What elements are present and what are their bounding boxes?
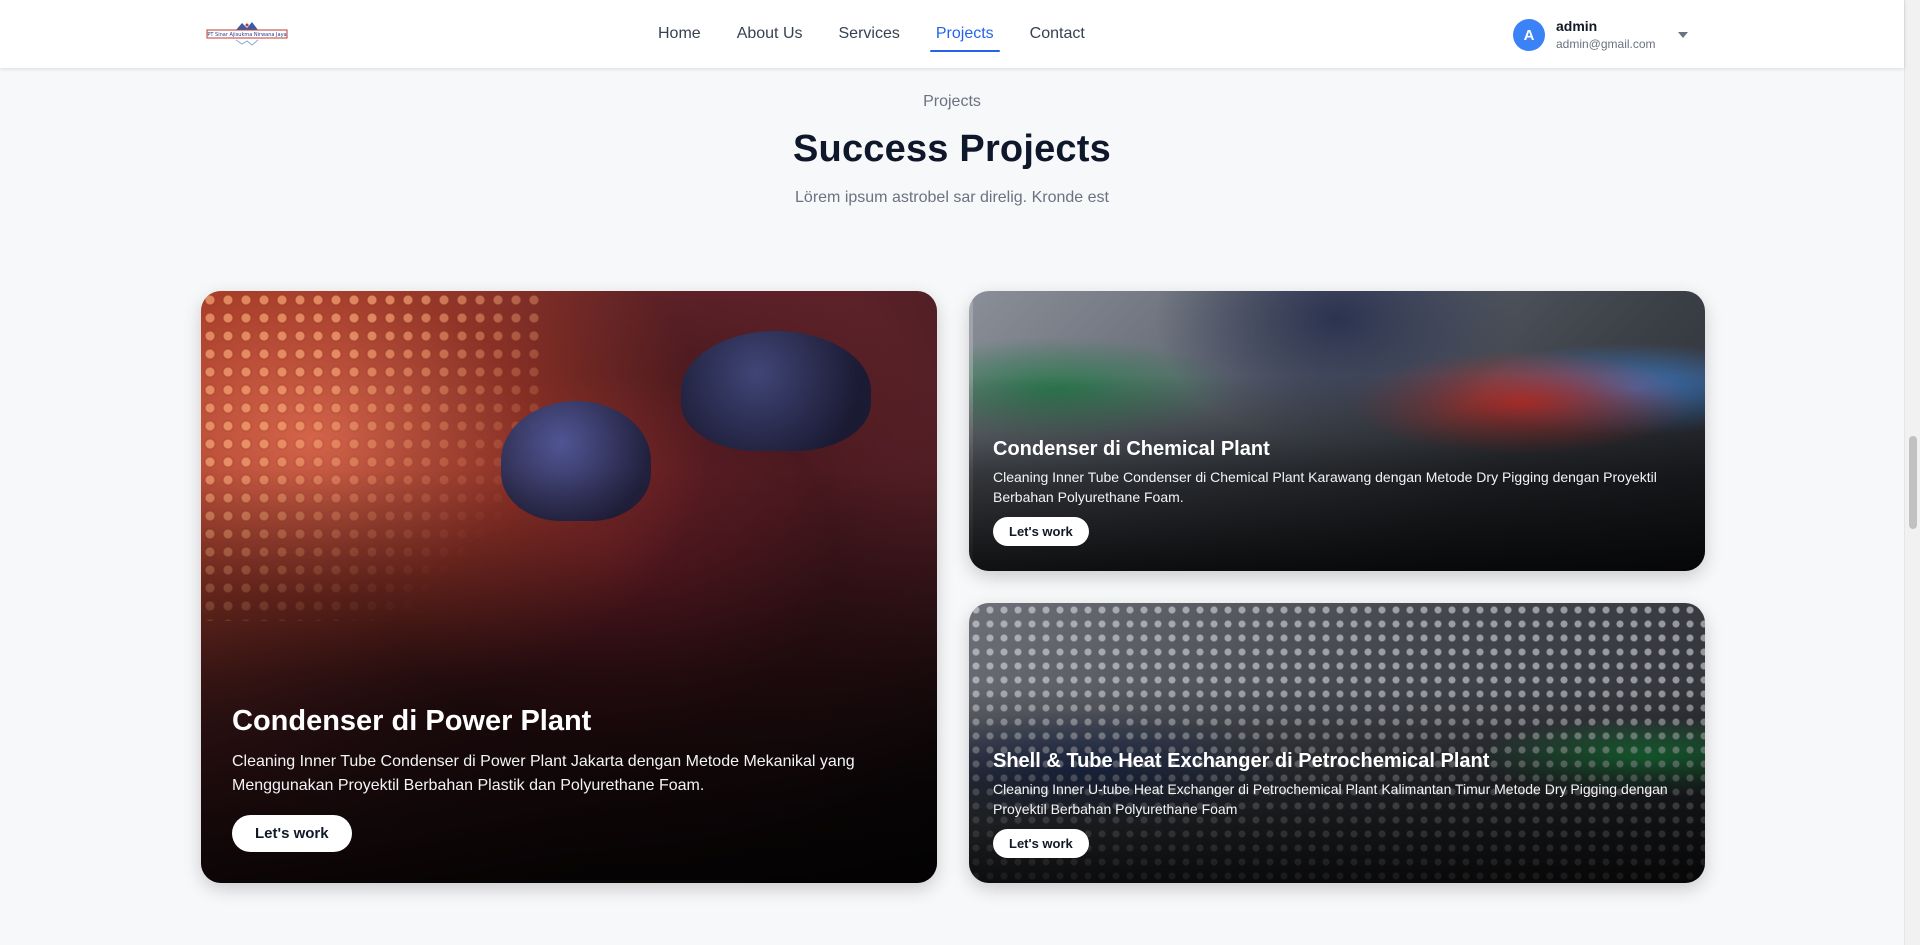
lets-work-button[interactable]: Let's work	[993, 829, 1089, 858]
chevron-down-icon[interactable]	[1677, 32, 1688, 38]
nav-about-us[interactable]: About Us	[719, 0, 821, 68]
card-content: Condenser di Power Plant Cleaning Inner …	[232, 705, 912, 852]
section-subtitle: Lörem ipsum astrobel sar direlig. Kronde…	[795, 189, 1109, 206]
user-menu[interactable]: A admin admin@gmail.com	[1513, 17, 1688, 53]
card-title: Shell & Tube Heat Exchanger di Petrochem…	[993, 750, 1490, 772]
card-content: Condenser di Chemical Plant Cleaning Inn…	[993, 438, 1683, 546]
nav-services[interactable]: Services	[821, 0, 918, 68]
card-title: Condenser di Chemical Plant	[993, 438, 1270, 460]
nav-projects[interactable]: Projects	[918, 0, 1012, 68]
user-name: admin	[1556, 18, 1598, 35]
lets-work-button[interactable]: Let's work	[993, 517, 1089, 546]
project-card-petrochemical-plant: Shell & Tube Heat Exchanger di Petrochem…	[969, 603, 1705, 883]
main-nav: Home About Us Services Projects Contact	[640, 0, 1103, 68]
card-description: Cleaning Inner U-tube Heat Exchanger di …	[993, 781, 1668, 817]
section-title: Success Projects	[793, 128, 1111, 170]
lets-work-button[interactable]: Let's work	[232, 815, 352, 852]
nav-home[interactable]: Home	[640, 0, 719, 68]
card-content: Shell & Tube Heat Exchanger di Petrochem…	[993, 750, 1683, 858]
card-description: Cleaning Inner Tube Condenser di Chemica…	[993, 469, 1657, 505]
project-card-power-plant: Condenser di Power Plant Cleaning Inner …	[201, 291, 937, 883]
user-email: admin@gmail.com	[1556, 37, 1656, 52]
company-logo[interactable]: PT Sinar Ajisukma Nirwana Jaya	[206, 20, 288, 48]
project-card-chemical-plant: Condenser di Chemical Plant Cleaning Inn…	[969, 291, 1705, 571]
card-title: Condenser di Power Plant	[232, 705, 592, 737]
section-eyebrow: Projects	[923, 93, 981, 110]
page-scrollbar[interactable]	[1904, 0, 1920, 945]
scrollbar-thumb[interactable]	[1909, 436, 1917, 529]
user-info: admin admin@gmail.com	[1556, 18, 1656, 51]
avatar[interactable]: A	[1513, 19, 1545, 51]
nav-contact[interactable]: Contact	[1012, 0, 1103, 68]
logo-text: PT Sinar Ajisukma Nirwana Jaya	[207, 32, 286, 38]
site-header: PT Sinar Ajisukma Nirwana Jaya Home Abou…	[0, 0, 1904, 68]
card-description: Cleaning Inner Tube Condenser di Power P…	[232, 753, 855, 794]
